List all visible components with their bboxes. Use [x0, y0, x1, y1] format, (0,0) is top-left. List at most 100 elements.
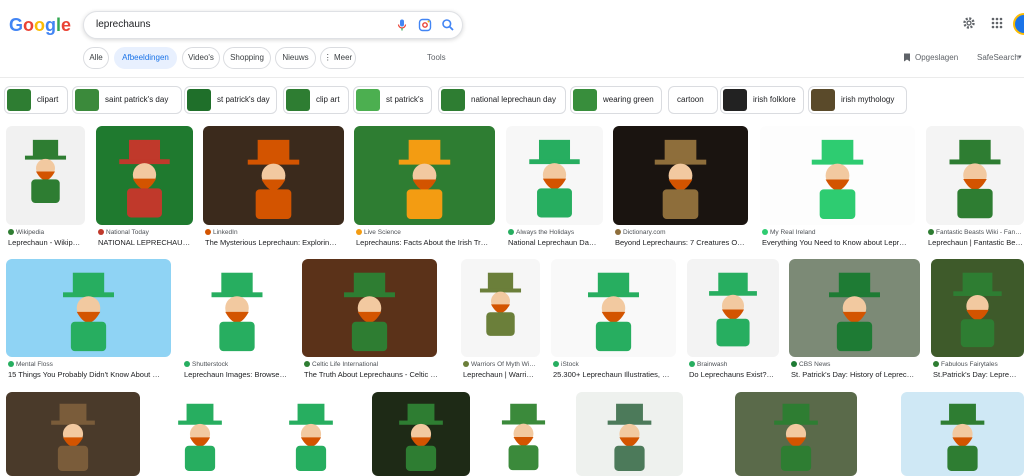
tools-button[interactable]: Tools: [427, 53, 446, 62]
chip-0[interactable]: clipart: [4, 86, 68, 114]
lens-icon[interactable]: [418, 18, 432, 32]
result-source[interactable]: Always the Holidays: [508, 229, 605, 236]
leprechaun-figure: [529, 139, 580, 218]
result-title[interactable]: Leprechaun | Fantastic Be…: [928, 238, 1024, 247]
chip-label: saint patrick's day: [105, 95, 169, 104]
result-thumbnail[interactable]: [203, 126, 344, 225]
chip-thumbnail: [356, 89, 380, 111]
tab-1[interactable]: Afbeeldingen: [114, 47, 177, 69]
result-title[interactable]: Leprechaun | Warri…: [463, 370, 542, 379]
result-title[interactable]: St.Patrick's Day: Lepre…: [933, 370, 1024, 379]
chip-8[interactable]: irish folklore: [720, 86, 804, 114]
result-thumbnail[interactable]: [96, 126, 193, 225]
result-thumbnail[interactable]: [6, 126, 85, 225]
result-thumbnail[interactable]: [760, 126, 915, 225]
result-title[interactable]: The Truth About Leprechauns - Celtic L…: [304, 370, 439, 379]
result-source[interactable]: Dictionary.com: [615, 229, 750, 236]
chip-6[interactable]: wearing green: [570, 86, 662, 114]
result-source[interactable]: Celtic Life International: [304, 361, 439, 368]
result-title[interactable]: 15 Things You Probably Didn't Know About…: [8, 370, 173, 379]
result-title[interactable]: Beyond Leprechauns: 7 Creatures O…: [615, 238, 750, 247]
chip-thumbnail: [723, 89, 747, 111]
result-thumbnail[interactable]: [354, 126, 495, 225]
result-thumbnail[interactable]: [613, 126, 748, 225]
result-source[interactable]: iStock: [553, 361, 678, 368]
logo-letter: o: [34, 15, 46, 35]
tab-5[interactable]: ⋮ Meer: [320, 47, 356, 69]
result-source[interactable]: Wikipedia: [8, 229, 87, 236]
chip-5[interactable]: national leprechaun day: [438, 86, 566, 114]
result-title[interactable]: The Mysterious Leprechaun: Explorin…: [205, 238, 346, 247]
result-source[interactable]: Brainwash: [689, 361, 781, 368]
tab-4[interactable]: Nieuws: [275, 47, 316, 69]
chip-thumbnail: [187, 89, 211, 111]
result-source[interactable]: Warriors Of Myth Wi…: [463, 361, 542, 368]
favicon-icon: [356, 229, 362, 235]
result-thumbnail[interactable]: [6, 259, 171, 357]
result-title[interactable]: Leprechauns: Facts About the Irish Tr…: [356, 238, 497, 247]
chip-label: irish folklore: [753, 95, 796, 104]
result-thumbnail[interactable]: [576, 392, 683, 476]
result-title[interactable]: Everything You Need to Know about Lepr…: [762, 238, 917, 247]
result-source[interactable]: Fabulous Fairytales: [933, 361, 1024, 368]
saved-label: Opgeslagen: [915, 53, 959, 62]
result-thumbnail[interactable]: [506, 126, 603, 225]
chip-4[interactable]: st patrick's: [353, 86, 432, 114]
result-thumbnail[interactable]: [551, 259, 676, 357]
result-thumbnail[interactable]: [461, 259, 540, 357]
tab-3[interactable]: Shopping: [223, 47, 271, 69]
result-source[interactable]: My Real Ireland: [762, 229, 917, 236]
chip-thumbnail: [811, 89, 835, 111]
search-icon[interactable]: [441, 18, 455, 32]
result-source[interactable]: Shutterstock: [184, 361, 294, 368]
result-source[interactable]: LinkedIn: [205, 229, 346, 236]
result-thumbnail[interactable]: [789, 259, 920, 357]
favicon-icon: [689, 361, 695, 367]
chip-3[interactable]: clip art: [283, 86, 349, 114]
result-thumbnail[interactable]: [735, 392, 857, 476]
leprechaun-figure: [949, 139, 1001, 219]
result-thumbnail[interactable]: [926, 126, 1024, 225]
chip-2[interactable]: st patrick's day: [184, 86, 277, 114]
result-thumbnail[interactable]: [372, 392, 470, 476]
result-thumbnail[interactable]: [901, 392, 1024, 476]
result-title[interactable]: St. Patrick's Day: History of Leprec…: [791, 370, 922, 379]
result-source-name: Celtic Life International: [312, 361, 379, 368]
result-title[interactable]: Leprechaun - Wikip…: [8, 238, 87, 247]
result-source[interactable]: National Today: [98, 229, 195, 236]
result-title[interactable]: Do Leprechauns Exist?…: [689, 370, 781, 379]
result-thumbnail[interactable]: [482, 392, 565, 476]
logo-letter: g: [45, 15, 57, 35]
tab-2[interactable]: Video's: [182, 47, 220, 69]
search-input[interactable]: leprechauns: [96, 19, 150, 30]
result-source[interactable]: Live Science: [356, 229, 497, 236]
result-title[interactable]: Leprechaun Images: Browse…: [184, 370, 294, 379]
result-thumbnail[interactable]: [182, 259, 292, 357]
result-title[interactable]: NATIONAL LEPRECHAU…: [98, 238, 195, 247]
chip-1[interactable]: saint patrick's day: [72, 86, 182, 114]
settings-gear-icon[interactable]: [962, 16, 976, 30]
leprechaun-figure: [501, 403, 546, 471]
tab-0[interactable]: Alle: [83, 47, 109, 69]
account-avatar[interactable]: [1013, 13, 1024, 35]
result-thumbnail[interactable]: [151, 392, 249, 476]
apps-grid-icon[interactable]: [991, 17, 1003, 29]
google-logo[interactable]: Google: [9, 15, 71, 36]
chip-7[interactable]: cartoon: [668, 86, 718, 114]
logo-letter: o: [23, 15, 35, 35]
search-box[interactable]: leprechauns: [83, 11, 463, 39]
result-title[interactable]: 25.300+ Leprechaun Illustraties, …: [553, 370, 678, 379]
result-thumbnail[interactable]: [687, 259, 779, 357]
result-source[interactable]: CBS News: [791, 361, 922, 368]
leprechaun-figure: [399, 403, 443, 471]
microphone-icon[interactable]: [395, 18, 409, 32]
chip-9[interactable]: irish mythology: [808, 86, 907, 114]
result-source[interactable]: Mental Floss: [8, 361, 173, 368]
result-source[interactable]: Fantastic Beasts Wiki - Fan…: [928, 229, 1024, 236]
result-thumbnail[interactable]: [6, 392, 140, 476]
leprechaun-figure: [953, 272, 1002, 348]
result-thumbnail[interactable]: [302, 259, 437, 357]
result-title[interactable]: National Leprechaun Da…: [508, 238, 605, 247]
result-thumbnail[interactable]: [262, 392, 360, 476]
result-thumbnail[interactable]: [931, 259, 1024, 357]
